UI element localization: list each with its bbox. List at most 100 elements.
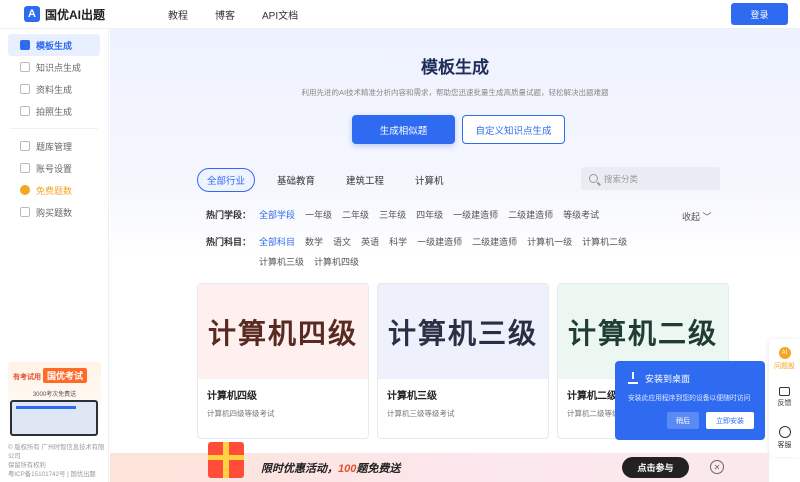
sidebar-item-buy[interactable]: 购买题数: [8, 201, 100, 223]
download-icon: [628, 371, 638, 384]
stage-option[interactable]: 二级建造师: [508, 208, 553, 221]
knowledge-icon: [20, 62, 30, 72]
logo[interactable]: A 国优AI出题: [24, 6, 134, 23]
logo-icon: A: [24, 6, 40, 22]
stage-option[interactable]: 四年级: [416, 208, 443, 221]
promo-left-text: 有考试用: [13, 374, 41, 381]
popup-title-row: 安装到桌面: [628, 371, 691, 385]
stage-option[interactable]: 等级考试: [563, 208, 599, 221]
ai-label: 问题股: [774, 363, 795, 370]
icp-text[interactable]: 粤ICP备15101742号 | 国优出题: [8, 470, 108, 479]
subject-option[interactable]: 计算机四级: [314, 255, 359, 268]
tab-construction[interactable]: 建筑工程: [337, 169, 393, 191]
subject-option[interactable]: 科学: [389, 235, 407, 248]
subject-filter-row2: 计算机三级 计算机四级: [259, 255, 369, 268]
subject-option[interactable]: 计算机三级: [259, 255, 304, 268]
collapse-label: 收起: [682, 212, 701, 222]
template-icon: [20, 40, 30, 50]
stage-label: 热门学段：: [206, 210, 252, 220]
install-popup: 安装到桌面 安装此应用程序到您的设备以便随时访问 稍后 立即安装: [615, 361, 765, 440]
subject-option[interactable]: 全部科目: [259, 235, 295, 248]
card-title: 计算机二级: [567, 391, 617, 402]
floating-toolbar: AI 问题股 反馈 客服: [769, 339, 800, 457]
main-nav: 教程 博客 API文档: [168, 7, 298, 22]
banner-number: 100: [338, 463, 357, 475]
sidebar-item-bank[interactable]: 题库管理: [8, 135, 100, 157]
sidebar-item-free[interactable]: 免费题数: [8, 179, 100, 201]
subject-option[interactable]: 英语: [361, 235, 379, 248]
sidebar-item-label: 题库管理: [36, 141, 73, 152]
feedback-button[interactable]: 反馈: [769, 387, 800, 408]
page-subtitle: 利用先进的AI技术精准分析内容和需求，帮助您迅速批量生成高质量试题，轻松解决出题…: [301, 88, 609, 97]
copyright: © 版权所有 广州时智信息技术有限公司 保留所有权利 粤ICP备15101742…: [8, 443, 108, 479]
sidebar-item-material[interactable]: 资料生成: [8, 78, 100, 100]
search-input[interactable]: 搜索分类: [581, 167, 720, 190]
card-thumbnail: 计算机三级: [378, 284, 548, 379]
template-card[interactable]: 计算机三级 计算机三级 计算机三级等级考试: [377, 283, 549, 439]
login-button[interactable]: 登录: [731, 3, 788, 25]
gift-box-icon: [208, 442, 244, 478]
sidebar-item-knowledge[interactable]: 知识点生成: [8, 56, 100, 78]
later-button[interactable]: 稍后: [667, 412, 699, 429]
popup-title: 安装到桌面: [645, 374, 691, 384]
rights-text: 保留所有权利: [8, 462, 46, 469]
sidebar-item-photo[interactable]: 拍照生成: [8, 100, 100, 122]
tab-all[interactable]: 全部行业: [197, 168, 256, 192]
subject-option[interactable]: 数学: [305, 235, 323, 248]
custom-knowledge-button[interactable]: 自定义知识点生成: [462, 115, 565, 144]
gift-icon: [20, 185, 30, 195]
settings-icon: [20, 163, 30, 173]
sidebar-item-label: 知识点生成: [36, 62, 82, 73]
collapse-toggle[interactable]: 收起 ﹀: [682, 210, 712, 223]
stage-option[interactable]: 一级建造师: [453, 208, 498, 221]
tab-computer[interactable]: 计算机: [406, 169, 453, 191]
sidebar-item-label: 购买题数: [36, 207, 73, 218]
join-button[interactable]: 点击参与: [622, 457, 689, 478]
bank-icon: [20, 141, 30, 151]
search-placeholder: 搜索分类: [604, 173, 639, 184]
subject-option[interactable]: 计算机一级: [527, 235, 572, 248]
promo-sub: 3000考次免费送: [32, 392, 77, 398]
banner-text-a: 限时优惠活动，: [261, 463, 338, 475]
stage-option[interactable]: 一年级: [305, 208, 332, 221]
subject-filter: 热门科目： 全部科目 数学 语文 英语 科学 一级建造师 二级建造师 计算机一级…: [206, 235, 637, 248]
promo-card[interactable]: 有考试用 国优考试 3000考次免费送: [8, 362, 101, 439]
nav-blog[interactable]: 博客: [215, 7, 235, 22]
subject-option[interactable]: 二级建造师: [472, 235, 517, 248]
chevron-up-icon: ﹀: [702, 212, 712, 222]
nav-tutorial[interactable]: 教程: [168, 7, 188, 22]
install-button[interactable]: 立即安装: [706, 412, 754, 429]
stage-option[interactable]: 二年级: [342, 208, 369, 221]
card-thumbnail: 计算机四级: [198, 284, 368, 379]
subject-option[interactable]: 计算机二级: [582, 235, 627, 248]
stage-option[interactable]: 三年级: [379, 208, 406, 221]
generate-similar-button[interactable]: 生成相似题: [352, 115, 455, 144]
stage-option[interactable]: 全部学段: [259, 208, 295, 221]
service-button[interactable]: 客服: [769, 426, 800, 450]
card-title: 计算机三级: [387, 391, 437, 402]
laptop-image: [10, 400, 98, 436]
template-card[interactable]: 计算机四级 计算机四级 计算机四级等级考试: [197, 283, 369, 439]
close-icon[interactable]: ✕: [710, 460, 724, 474]
sidebar-item-template[interactable]: 模板生成: [8, 34, 100, 56]
sidebar-item-account[interactable]: 账号设置: [8, 157, 100, 179]
category-tabs: 全部行业 基础教育 建筑工程 计算机: [197, 168, 453, 192]
card-desc: 计算机四级等级考试: [207, 409, 275, 418]
card-desc: 计算机三级等级考试: [387, 409, 455, 418]
ai-icon: AI: [778, 347, 791, 359]
sidebar-item-label: 资料生成: [36, 84, 73, 95]
top-bar: A 国优AI出题 教程 博客 API文档 登录: [0, 0, 800, 29]
page-title: 模板生成: [421, 58, 489, 77]
sidebar-divider: [10, 128, 98, 129]
subject-option[interactable]: 语文: [333, 235, 351, 248]
tab-basic-edu[interactable]: 基础教育: [268, 169, 324, 191]
sidebar-item-label: 拍照生成: [36, 106, 73, 117]
search-icon: [589, 174, 598, 183]
card-title: 计算机四级: [207, 391, 257, 402]
subject-option[interactable]: 一级建造师: [417, 235, 462, 248]
banner-text-b: 题免费送: [356, 463, 401, 475]
nav-api-docs[interactable]: API文档: [262, 7, 298, 22]
mail-icon: [779, 387, 790, 396]
ai-assistant-button[interactable]: AI 问题股: [769, 347, 800, 371]
camera-icon: [20, 106, 30, 116]
